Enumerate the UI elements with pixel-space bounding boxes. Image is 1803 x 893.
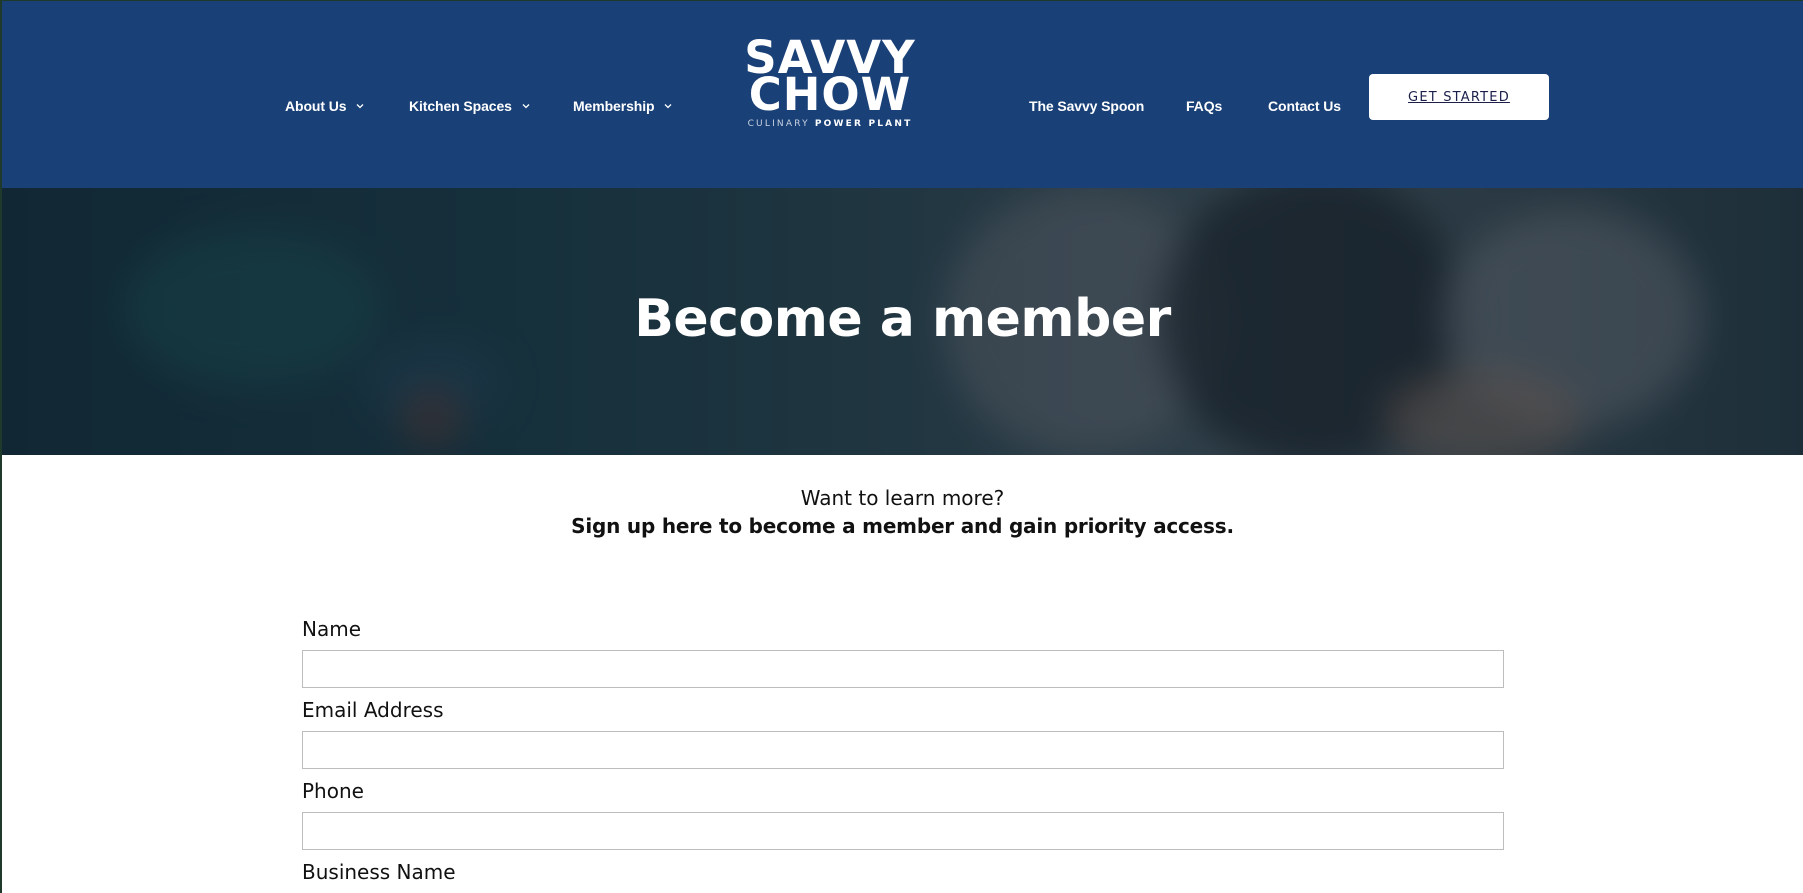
intro: Want to learn more? Sign up here to beco… (2, 484, 1803, 540)
site-logo[interactable]: SAVVY CHOW CULINARY POWER PLANT (740, 35, 920, 139)
chevron-down-icon (662, 101, 674, 111)
nav-item-label: Contact Us (1268, 98, 1341, 114)
logo-tagline-strong: POWER PLANT (814, 119, 913, 129)
phone-input[interactable] (302, 812, 1504, 850)
name-label: Name (302, 617, 362, 641)
logo-tagline: CULINARY POWER PLANT (740, 119, 920, 129)
chevron-down-icon (520, 101, 532, 111)
get-started-button[interactable]: GET STARTED (1369, 74, 1549, 120)
nav-item-label: Membership (573, 98, 655, 114)
nav-item-membership[interactable]: Membership (573, 96, 674, 116)
nav-item-faqs[interactable]: FAQs (1186, 96, 1222, 116)
hero-banner: Become a member (2, 188, 1803, 455)
business-name-label: Business Name (302, 860, 456, 884)
intro-strong-text: Sign up here to become a member and gain… (571, 514, 1234, 538)
form-field-name: Name (302, 616, 1504, 688)
nav-item-the-savvy-spoon[interactable]: The Savvy Spoon (1029, 96, 1144, 116)
chevron-down-icon (354, 101, 366, 111)
intro-lead-text: Want to learn more? (800, 486, 1005, 510)
nav-item-contact-us[interactable]: Contact Us (1268, 96, 1341, 116)
form-field-email: Email Address (302, 697, 1504, 769)
nav-item-label: The Savvy Spoon (1029, 98, 1145, 114)
page: About Us Kitchen Spaces Membership SAVVY… (2, 1, 1803, 893)
email-address-input[interactable] (302, 731, 1504, 769)
nav-item-label: Kitchen Spaces (409, 98, 512, 114)
logo-tagline-light: CULINARY (747, 119, 810, 129)
form-field-phone: Phone (302, 778, 1504, 850)
email-address-label: Email Address (302, 698, 444, 722)
phone-label: Phone (302, 779, 364, 803)
nav-item-label: About Us (285, 98, 347, 114)
form-field-business-name: Business Name (302, 859, 1504, 885)
nav-item-label: FAQs (1186, 98, 1223, 114)
nav-item-kitchen-spaces[interactable]: Kitchen Spaces (409, 96, 532, 116)
page-title: Become a member (634, 289, 1171, 349)
nav-item-about-us[interactable]: About Us (285, 96, 366, 116)
site-header: About Us Kitchen Spaces Membership SAVVY… (2, 1, 1803, 188)
name-input[interactable] (302, 650, 1504, 688)
logo-wordmark-line2: CHOW (748, 68, 912, 121)
